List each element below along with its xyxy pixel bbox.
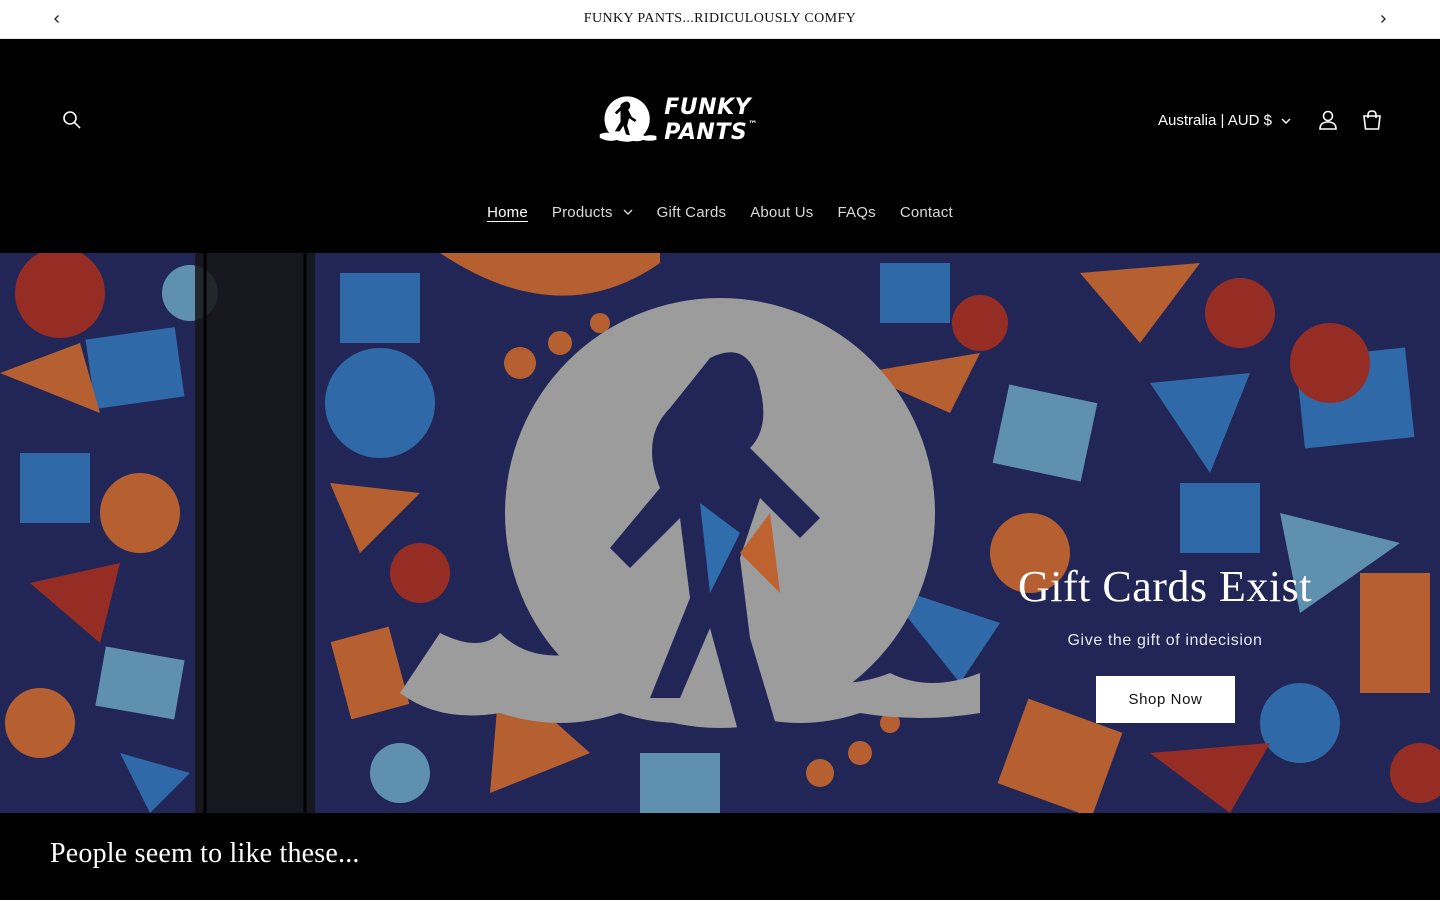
announcement-next-button[interactable] (1371, 8, 1395, 30)
nav-item-about-us[interactable]: About Us (738, 204, 825, 221)
country-currency-selector[interactable]: Australia | AUD $ (1158, 106, 1291, 134)
nav-item-products[interactable]: Products (540, 204, 645, 221)
nav-item-home[interactable]: Home (475, 204, 540, 221)
main-navigation: Home Products Gift Cards About Us FAQs C… (0, 198, 1440, 226)
hero-background-image (0, 253, 1440, 813)
chevron-down-icon (623, 209, 633, 215)
logo-text: FUNKY PANTS™ (664, 95, 758, 145)
shop-now-button[interactable]: Shop Now (1096, 676, 1235, 723)
account-icon (1319, 110, 1337, 130)
featured-collection-title: People seem to like these... (50, 838, 360, 869)
account-button[interactable] (1312, 104, 1344, 136)
search-icon (63, 111, 81, 129)
hero-subtitle: Give the gift of indecision (1067, 632, 1263, 649)
hero-title: Gift Cards Exist (1018, 562, 1312, 611)
cart-button[interactable] (1356, 104, 1388, 136)
announcement-text: FUNKY PANTS...RIDICULOUSLY COMFY (583, 11, 857, 26)
nav-item-faqs[interactable]: FAQs (826, 204, 888, 221)
chevron-down-icon (1281, 118, 1291, 124)
announcement-bar: FUNKY PANTS...RIDICULOUSLY COMFY (0, 0, 1440, 39)
nav-item-gift-cards[interactable]: Gift Cards (645, 204, 739, 221)
locale-label: Australia | AUD $ (1158, 111, 1272, 129)
search-button[interactable] (56, 104, 88, 136)
site-logo[interactable]: FUNKY PANTS™ (596, 92, 842, 148)
cart-icon (1363, 110, 1381, 130)
chevron-right-icon (1381, 15, 1386, 23)
site-header: FUNKY PANTS™ Australia | AUD $ Home Prod… (0, 40, 1440, 253)
runner-logo-icon (599, 96, 657, 142)
nav-item-contact[interactable]: Contact (888, 204, 965, 221)
hero-banner: Gift Cards Exist Give the gift of indeci… (0, 253, 1440, 813)
